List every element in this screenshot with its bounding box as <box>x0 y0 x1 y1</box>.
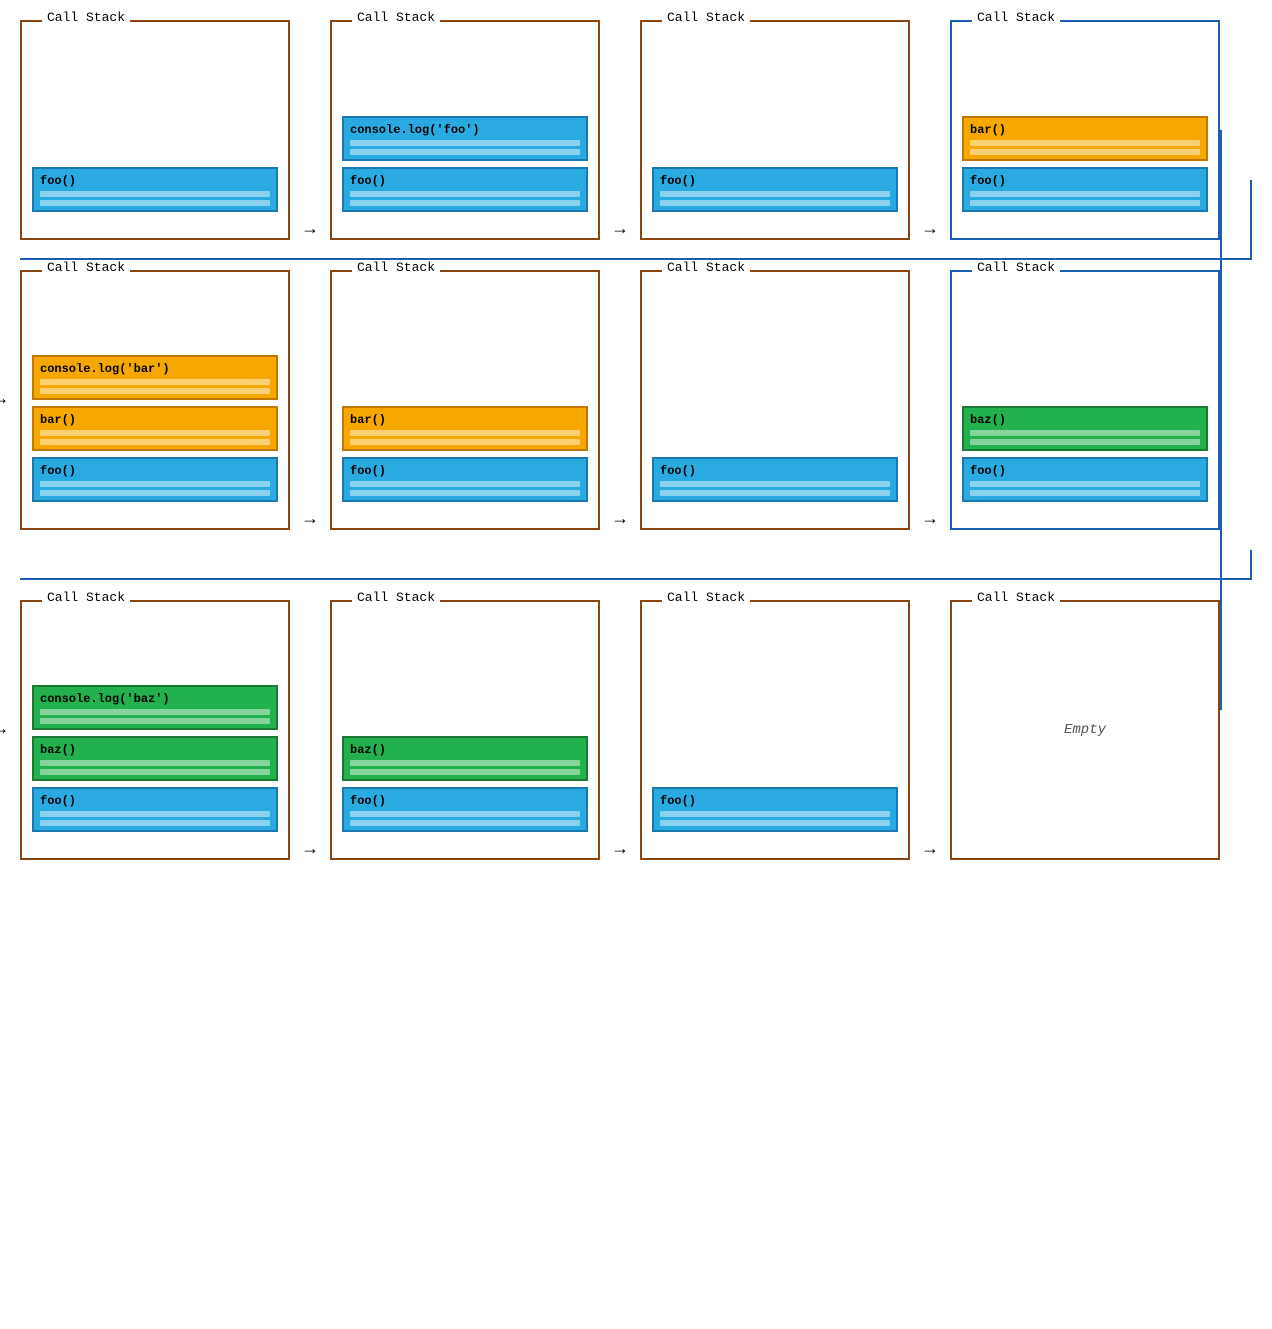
frame-foo-9: foo() <box>32 787 278 832</box>
frame-foo-2: foo() <box>342 167 588 212</box>
frame-foo-3: foo() <box>652 167 898 212</box>
frame-foo-5: foo() <box>32 457 278 502</box>
call-stack-label: Call Stack <box>662 590 750 605</box>
frame-foo-8: foo() <box>962 457 1208 502</box>
frame-bar-2: bar() <box>32 406 278 451</box>
arrow-9: → <box>910 840 950 860</box>
arrow-1: → <box>290 220 330 240</box>
section-3: → Call Stack console.log('baz') baz() <box>20 600 1252 860</box>
call-stack-2-2: Call Stack bar() foo() <box>330 270 600 530</box>
frame-consolelog-baz: console.log('baz') <box>32 685 278 730</box>
call-stack-label: Call Stack <box>972 260 1060 275</box>
call-stack-2-1: Call Stack console.log('bar') bar() foo(… <box>20 270 290 530</box>
call-stack-1-3: Call Stack foo() <box>640 20 910 240</box>
frame-foo-11: foo() <box>652 787 898 832</box>
main-container: Call Stack foo() → Call Stack <box>20 20 1252 860</box>
arrow-3: → <box>910 220 950 240</box>
arrow-2: → <box>600 220 640 240</box>
frame-consolelog-foo: console.log('foo') <box>342 116 588 161</box>
call-stack-2-3: Call Stack foo() <box>640 270 910 530</box>
arrow-4: → <box>290 510 330 530</box>
call-stack-3-4: Call Stack Empty <box>950 600 1220 860</box>
call-stack-label: Call Stack <box>972 590 1060 605</box>
arrow-6: → <box>910 510 950 530</box>
arrow-7: → <box>290 840 330 860</box>
call-stack-label: Call Stack <box>662 260 750 275</box>
call-stack-label: Call Stack <box>352 260 440 275</box>
call-stack-3-1: Call Stack console.log('baz') baz() foo(… <box>20 600 290 860</box>
call-stack-2-4: Call Stack baz() foo() <box>950 270 1220 530</box>
frame-foo-1: foo() <box>32 167 278 212</box>
call-stack-1-1: Call Stack foo() <box>20 20 290 240</box>
call-stack-label: Call Stack <box>42 590 130 605</box>
section-2: → Call Stack console.log('bar') bar() <box>20 270 1252 530</box>
frame-foo-4: foo() <box>962 167 1208 212</box>
frame-foo-6: foo() <box>342 457 588 502</box>
call-stack-label: Call Stack <box>972 10 1060 25</box>
frame-consolelog-bar: console.log('bar') <box>32 355 278 400</box>
arrow-5: → <box>600 510 640 530</box>
call-stack-1-2: Call Stack console.log('foo') foo() <box>330 20 600 240</box>
frame-foo-7: foo() <box>652 457 898 502</box>
empty-label: Empty <box>1064 722 1106 738</box>
frame-bar-1: bar() <box>962 116 1208 161</box>
call-stack-label: Call Stack <box>42 260 130 275</box>
section-1: Call Stack foo() → Call Stack <box>20 20 1252 240</box>
frame-bar-3: bar() <box>342 406 588 451</box>
frame-baz-3: baz() <box>342 736 588 781</box>
call-stack-label: Call Stack <box>42 10 130 25</box>
call-stack-3-2: Call Stack baz() foo() <box>330 600 600 860</box>
frame-baz-1: baz() <box>962 406 1208 451</box>
frame-baz-2: baz() <box>32 736 278 781</box>
call-stack-1-4: Call Stack bar() foo() <box>950 20 1220 240</box>
call-stack-3-3: Call Stack foo() <box>640 600 910 860</box>
frame-foo-10: foo() <box>342 787 588 832</box>
call-stack-label: Call Stack <box>662 10 750 25</box>
call-stack-label: Call Stack <box>352 10 440 25</box>
arrow-8: → <box>600 840 640 860</box>
call-stack-label: Call Stack <box>352 590 440 605</box>
